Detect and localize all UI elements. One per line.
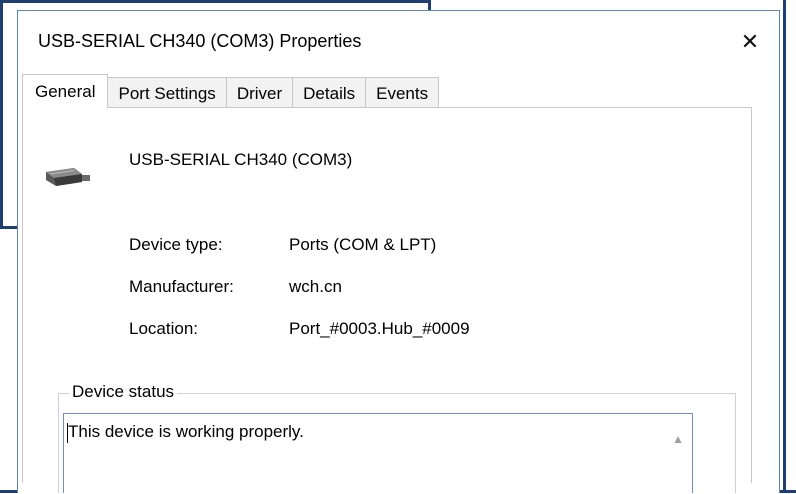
location-label: Location: <box>129 319 198 338</box>
device-type-label: Device type: <box>129 235 223 254</box>
location-value: Port_#0003.Hub_#0009 <box>289 319 470 338</box>
window-title: USB-SERIAL CH340 (COM3) Properties <box>38 31 362 51</box>
manufacturer-value: wch.cn <box>289 277 342 296</box>
status-scrollbar[interactable]: ▲ <box>668 414 692 494</box>
close-icon: ✕ <box>740 29 760 54</box>
background-window-frame <box>0 0 3 228</box>
device-status-label: Device status <box>69 382 178 402</box>
tab-driver[interactable]: Driver <box>226 77 294 108</box>
device-status-text: This device is working properly. <box>68 422 304 441</box>
serial-port-connector-icon <box>44 158 94 194</box>
tab-details[interactable]: Details <box>293 77 367 108</box>
device-type-value: Ports (COM & LPT) <box>289 235 437 254</box>
background-window-frame <box>783 0 786 493</box>
device-status-textbox[interactable]: This device is working properly. ▲ <box>63 413 693 494</box>
tab-events[interactable]: Events <box>366 77 440 108</box>
tab-port-settings[interactable]: Port Settings <box>108 77 227 108</box>
tab-general[interactable]: General <box>22 74 109 108</box>
device-name: USB-SERIAL CH340 (COM3) <box>129 150 353 169</box>
scroll-up-icon[interactable]: ▲ <box>672 432 684 446</box>
tab-strip: General Port Settings Driver Details Eve… <box>22 74 440 108</box>
background-window-frame <box>0 0 430 3</box>
close-button[interactable]: ✕ <box>729 21 771 63</box>
title-bar[interactable]: USB-SERIAL CH340 (COM3) Properties ✕ <box>18 11 779 73</box>
manufacturer-label: Manufacturer: <box>129 277 234 296</box>
